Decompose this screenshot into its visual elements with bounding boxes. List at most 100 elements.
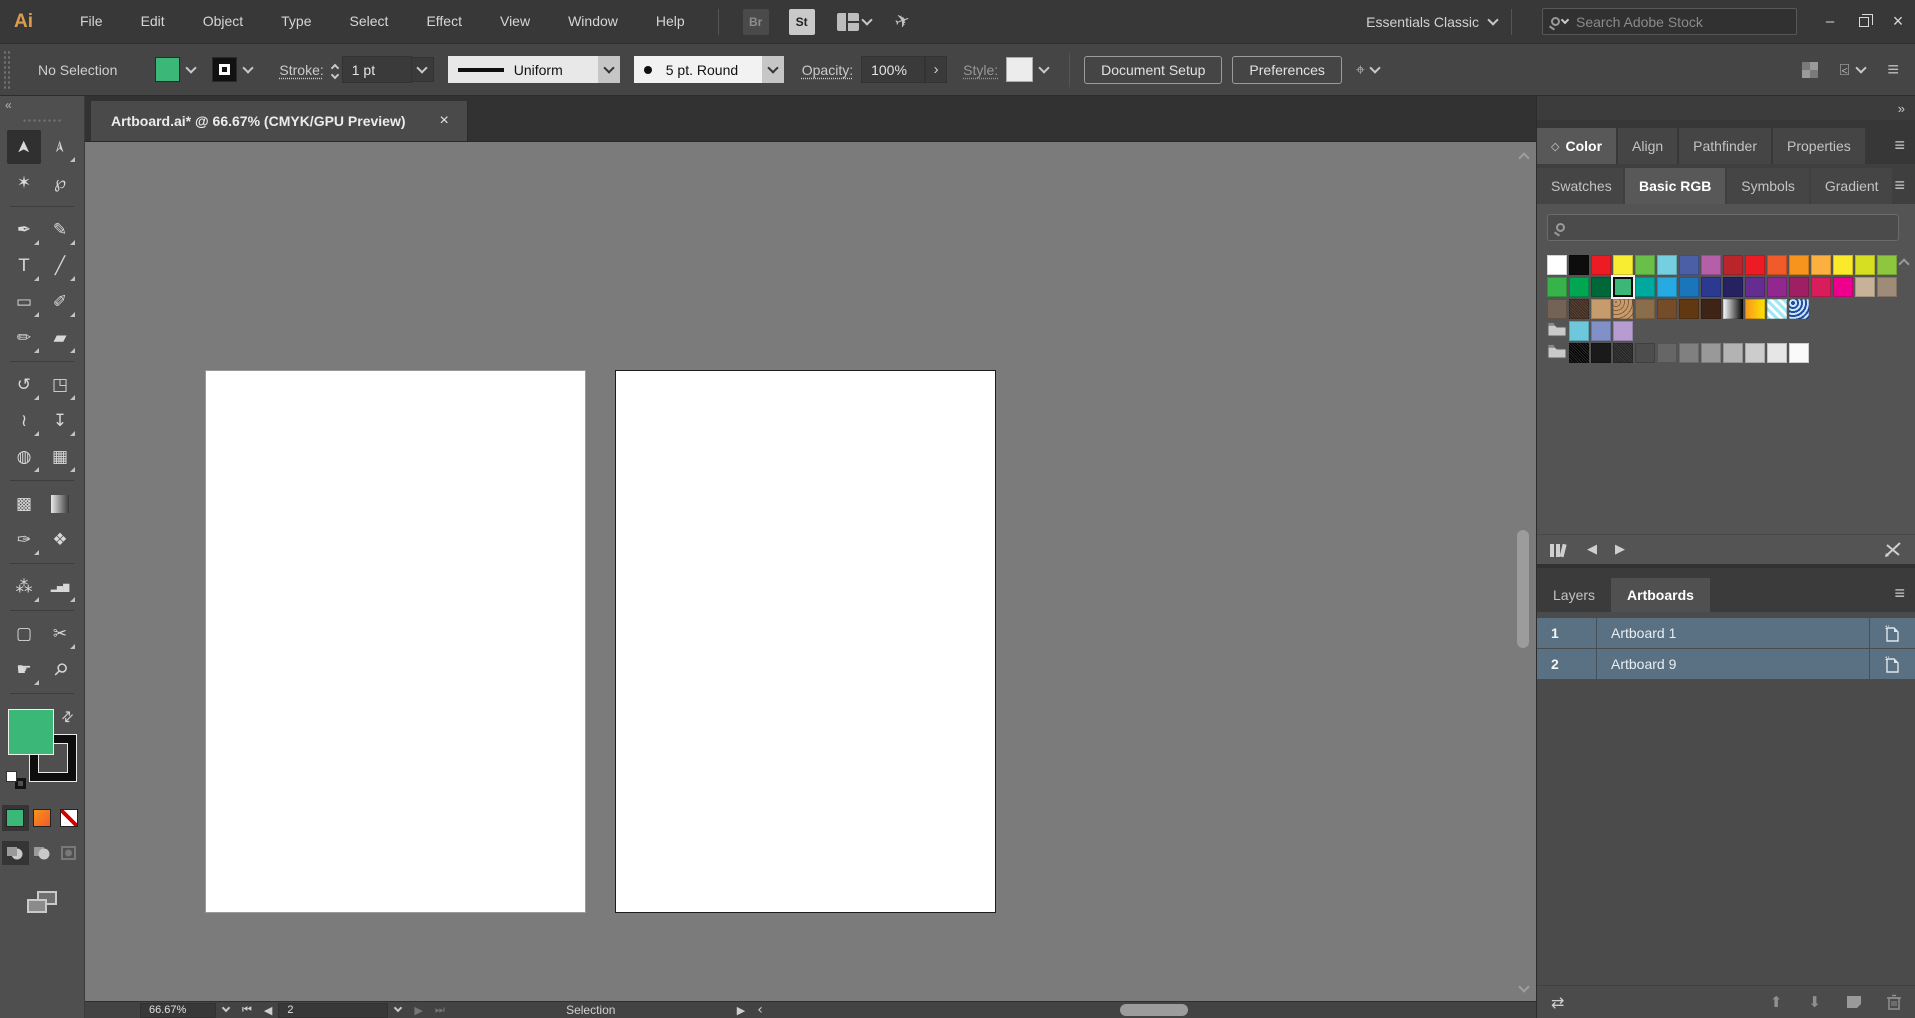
swatch-gradient[interactable]	[1723, 299, 1743, 319]
tool-shaper[interactable]: ✏	[7, 321, 41, 355]
move-artboard-up-icon[interactable]: ⬆	[1770, 993, 1783, 1011]
gpu-performance-rocket-icon[interactable]: ✈	[892, 9, 913, 34]
artboard-nav-chevron-icon[interactable]	[394, 1003, 403, 1013]
swatch-scrollbar[interactable]	[1896, 256, 1912, 270]
tool-scale[interactable]: ◳	[43, 368, 77, 402]
swatch-group-folder-icon[interactable]	[1547, 321, 1567, 341]
zoom-chevron-icon[interactable]	[221, 1003, 231, 1013]
swatch[interactable]	[1767, 343, 1787, 363]
swatch-texture[interactable]	[1569, 299, 1589, 319]
swatch[interactable]	[1745, 255, 1765, 275]
swatch-libraries-icon[interactable]	[1549, 542, 1569, 558]
controlbar-grip[interactable]	[3, 49, 10, 90]
swatch[interactable]	[1613, 277, 1633, 297]
horizontal-scroll-thumb[interactable]	[1119, 1004, 1188, 1016]
swatch-search-field[interactable]	[1547, 214, 1899, 241]
swap-fill-stroke-icon[interactable]: ⇄	[58, 707, 78, 727]
stroke-weight-chevron-icon[interactable]	[416, 61, 428, 74]
swatch[interactable]	[1613, 255, 1633, 275]
swatch[interactable]	[1547, 277, 1567, 297]
swatch[interactable]	[1767, 277, 1787, 297]
brush-chevron-icon[interactable]	[767, 61, 779, 74]
artboard-1[interactable]	[205, 370, 586, 913]
menu-window[interactable]: Window	[549, 0, 637, 43]
bridge-button[interactable]: Br	[742, 8, 769, 35]
swatch[interactable]	[1833, 277, 1853, 297]
swatch[interactable]	[1877, 277, 1897, 297]
tool-rectangle[interactable]: ▭	[7, 285, 41, 319]
scroll-up-icon[interactable]	[1518, 152, 1530, 164]
touch-workspace-icon[interactable]	[1801, 61, 1818, 78]
swatch-pattern[interactable]	[1613, 299, 1633, 319]
tab-align[interactable]: Align	[1618, 128, 1678, 164]
brush-definition-combo[interactable]: 5 pt. Round	[633, 56, 762, 83]
panel-collapse-button[interactable]: »	[1898, 101, 1905, 116]
tab-menu-icon[interactable]: ≡	[1894, 135, 1915, 164]
status-more-button[interactable]: ▶	[731, 1004, 751, 1017]
document-tab-close-icon[interactable]: ×	[440, 112, 449, 130]
menu-select[interactable]: Select	[331, 0, 408, 43]
snap-options-chevron-icon[interactable]	[1855, 61, 1867, 74]
swatch[interactable]	[1591, 299, 1611, 319]
swatch[interactable]	[1701, 343, 1721, 363]
swatch-pattern[interactable]	[1767, 299, 1787, 319]
menu-effect[interactable]: Effect	[407, 0, 481, 43]
artboard-page-icon[interactable]	[1869, 649, 1915, 679]
vertical-scrollbar[interactable]	[1512, 142, 1536, 1001]
stroke-label[interactable]: Stroke:	[279, 62, 323, 78]
swatch[interactable]	[1635, 343, 1655, 363]
tool-magic-wand[interactable]: ✶	[7, 166, 41, 200]
swatch[interactable]	[1701, 299, 1721, 319]
swatch[interactable]	[1811, 255, 1831, 275]
tool-direct-selection[interactable]: ➢	[43, 130, 77, 164]
paint-gradient-button[interactable]	[29, 805, 56, 831]
snap-options-icon[interactable]: ⍃	[1840, 60, 1850, 80]
new-artboard-icon[interactable]	[1847, 996, 1862, 1009]
tool-rotate[interactable]: ↺	[7, 368, 41, 402]
swatch[interactable]	[1657, 343, 1677, 363]
style-chevron-icon[interactable]	[1038, 61, 1050, 74]
swatch[interactable]	[1657, 255, 1677, 275]
swatch[interactable]	[1635, 277, 1655, 297]
stroke-chevron-icon[interactable]	[242, 61, 255, 74]
artboard-name[interactable]: Artboard 9	[1597, 656, 1869, 672]
swatch[interactable]	[1569, 277, 1589, 297]
selection-constraints-icon[interactable]: ⌖	[1356, 60, 1365, 80]
previous-artboard-button[interactable]: ◀	[258, 1004, 278, 1017]
swatch[interactable]	[1745, 277, 1765, 297]
swatch[interactable]	[1679, 299, 1699, 319]
stroke-color-swatch[interactable]	[212, 57, 238, 82]
fill-color-combo[interactable]	[155, 56, 202, 83]
stroke-weight-stepper[interactable]	[330, 61, 339, 80]
tool-slice[interactable]: ✂	[43, 617, 77, 651]
workspace-switcher[interactable]: Essentials Classic	[1366, 14, 1479, 30]
swatch[interactable]	[1635, 299, 1655, 319]
rearrange-artboards-icon[interactable]: ⇄	[1551, 993, 1564, 1012]
menu-help[interactable]: Help	[637, 0, 704, 43]
preferences-button[interactable]: Preferences	[1232, 55, 1342, 84]
draw-inside-button[interactable]	[56, 841, 83, 865]
delete-artboard-icon[interactable]	[1887, 994, 1901, 1010]
draw-behind-button[interactable]	[29, 841, 56, 865]
opacity-input[interactable]: 100%	[861, 56, 926, 83]
swatch[interactable]	[1767, 255, 1787, 275]
next-artboard-button[interactable]: ▶	[408, 1004, 428, 1017]
adobe-stock-search[interactable]: Search Adobe Stock	[1542, 8, 1797, 35]
swatch-gradient[interactable]	[1745, 299, 1765, 319]
artboard-9[interactable]	[615, 370, 996, 913]
tool-eraser[interactable]: ▰	[43, 321, 77, 355]
tool-curvature[interactable]: ✎	[43, 213, 77, 247]
tab-basic-rgb[interactable]: Basic RGB	[1625, 168, 1726, 204]
swatch[interactable]	[1723, 343, 1743, 363]
swatch[interactable]	[1569, 321, 1589, 341]
previous-swatch-library-icon[interactable]: ◀	[1587, 542, 1597, 557]
deselect-swatch-icon[interactable]	[1883, 541, 1903, 559]
tab-swatches[interactable]: Swatches	[1537, 168, 1623, 204]
tool-eyedropper[interactable]: ✑	[7, 523, 41, 557]
tool-shape-builder[interactable]: ◍	[7, 440, 41, 474]
opacity-more-button[interactable]: ›	[925, 56, 948, 83]
menu-view[interactable]: View	[481, 0, 549, 43]
tool-hand[interactable]: ☛	[7, 653, 41, 687]
minimize-button[interactable]: –	[1813, 7, 1847, 37]
document-setup-button[interactable]: Document Setup	[1084, 55, 1223, 84]
